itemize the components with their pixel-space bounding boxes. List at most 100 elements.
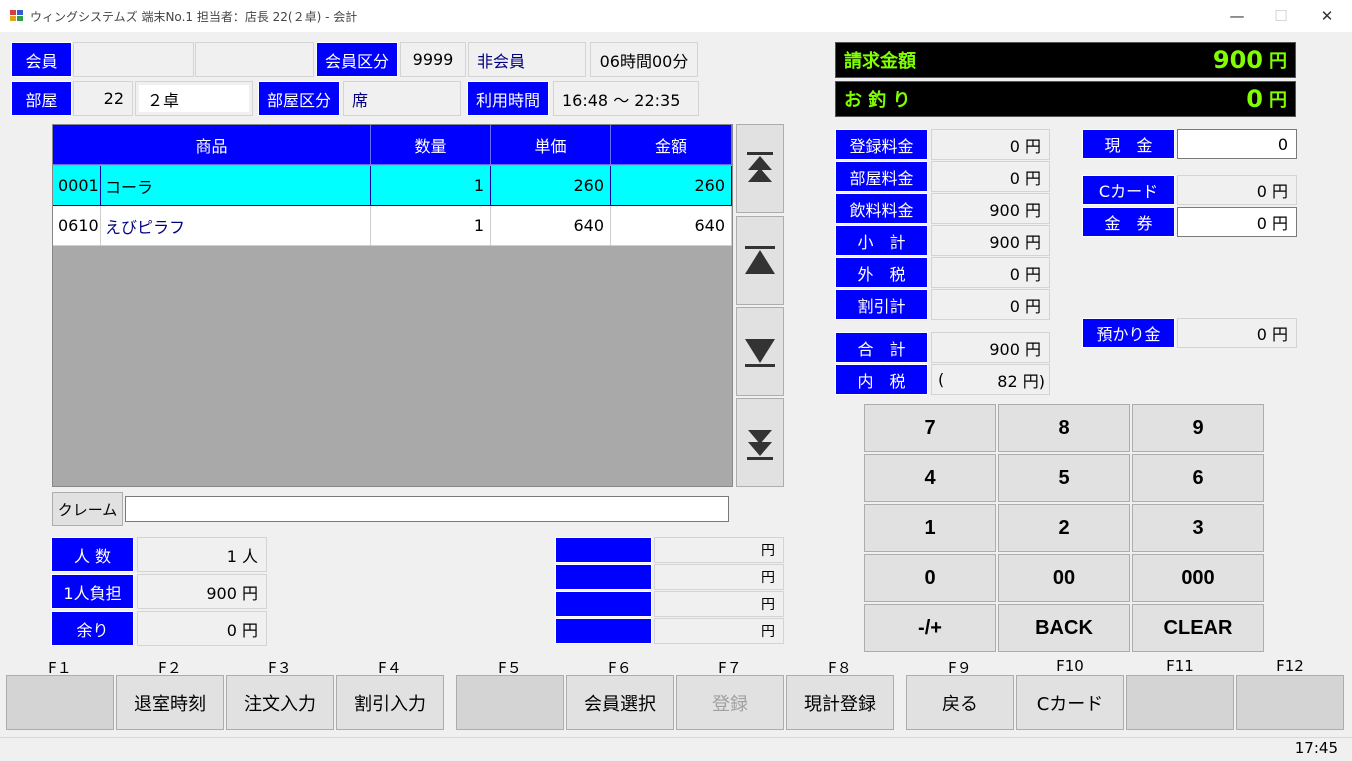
breakdown-label: 小 計	[835, 225, 928, 256]
ccard-label: Cカード	[1082, 175, 1175, 205]
f8-cash-register-button[interactable]: 現計登録	[786, 675, 894, 730]
inner-tax-open: (	[938, 370, 945, 389]
last-page-icon	[747, 429, 773, 460]
key-5[interactable]: 5	[998, 454, 1130, 502]
fkey-label: F10	[1056, 657, 1084, 675]
row-code: 0001	[53, 166, 101, 206]
status-clock: 17:45	[1294, 739, 1338, 757]
f10-ccard-button[interactable]: Cカード	[1016, 675, 1124, 730]
maximize-button[interactable]: ☐	[1258, 0, 1304, 32]
claim-button[interactable]: クレーム	[52, 492, 123, 526]
breakdown-value: 0 円	[931, 289, 1050, 320]
f4-discount-entry-button[interactable]: 割引入力	[336, 675, 444, 730]
change-value: 0	[1246, 85, 1263, 113]
billing-unit: 円	[1269, 51, 1287, 72]
member-field-2[interactable]	[195, 42, 314, 77]
key-sign[interactable]: -/+	[864, 604, 996, 652]
key-9[interactable]: 9	[1132, 404, 1264, 452]
next-page-button[interactable]	[736, 307, 784, 396]
prev-page-button[interactable]	[736, 216, 784, 305]
extra-value: 円	[654, 591, 784, 617]
f7-register-button[interactable]: 登録	[676, 675, 784, 730]
f2-checkout-time-button[interactable]: 退室時刻	[116, 675, 224, 730]
minimize-button[interactable]: —	[1214, 0, 1260, 32]
app-icon	[10, 10, 24, 22]
prev-page-icon	[745, 245, 775, 274]
breakdown-value: 900 円	[931, 225, 1050, 256]
grid-header-amount: 金額	[611, 125, 732, 165]
key-00[interactable]: 00	[998, 554, 1130, 602]
f6-member-select-button[interactable]: 会員選択	[566, 675, 674, 730]
key-clear[interactable]: CLEAR	[1132, 604, 1264, 652]
breakdown-label: 登録料金	[835, 129, 928, 160]
last-page-button[interactable]	[736, 398, 784, 487]
key-7[interactable]: 7	[864, 404, 996, 452]
billing-value: 900	[1212, 46, 1263, 74]
first-page-icon	[747, 151, 773, 182]
table-row[interactable]: 0001 コーラ 1 260 260	[53, 166, 732, 206]
row-qty: 1	[371, 206, 491, 246]
people-count-value: 1 人	[137, 537, 267, 572]
f11-button[interactable]	[1126, 675, 1234, 730]
extra-value: 円	[654, 564, 784, 590]
row-amount: 260	[611, 166, 732, 206]
usage-time-label: 利用時間	[467, 81, 549, 116]
extra-label	[555, 564, 652, 590]
extra-label	[555, 618, 652, 644]
row-amount: 640	[611, 206, 732, 246]
next-page-icon	[745, 338, 775, 367]
room-number: 22	[73, 81, 133, 116]
cash-input[interactable]: 0	[1177, 129, 1297, 159]
breakdown-value: 0 円	[931, 257, 1050, 288]
breakdown-value: 0 円	[931, 161, 1050, 192]
breakdown-label: 部屋料金	[835, 161, 928, 192]
key-8[interactable]: 8	[998, 404, 1130, 452]
claim-input[interactable]	[125, 496, 729, 522]
key-1[interactable]: 1	[864, 504, 996, 552]
grid-header: 商品 数量 単価 金額	[53, 125, 732, 165]
key-0[interactable]: 0	[864, 554, 996, 602]
key-4[interactable]: 4	[864, 454, 996, 502]
f12-button[interactable]	[1236, 675, 1344, 730]
billing-label: 請求金額	[844, 51, 916, 72]
f9-back-button[interactable]: 戻る	[906, 675, 1014, 730]
extra-value: 円	[654, 618, 784, 644]
per-person-value: 900 円	[137, 574, 267, 609]
voucher-input[interactable]: 0 円	[1177, 207, 1297, 237]
fkey-label: F11	[1166, 657, 1194, 675]
room-label: 部屋	[11, 81, 72, 116]
room-type-name: 席	[343, 81, 461, 116]
order-grid[interactable]: 商品 数量 単価 金額 0001 コーラ 1 260 260 0610 えびピラ…	[52, 124, 733, 487]
time-allowance: 06時間00分	[590, 42, 698, 77]
fkey-label: F12	[1276, 657, 1304, 675]
f3-order-entry-button[interactable]: 注文入力	[226, 675, 334, 730]
key-6[interactable]: 6	[1132, 454, 1264, 502]
deposit-label: 預かり金	[1082, 318, 1175, 348]
key-back[interactable]: BACK	[998, 604, 1130, 652]
total-label: 合 計	[835, 332, 928, 363]
breakdown-value: 0 円	[931, 129, 1050, 160]
key-3[interactable]: 3	[1132, 504, 1264, 552]
table-row[interactable]: 0610 えびピラフ 1 640 640	[53, 206, 732, 246]
change-unit: 円	[1269, 90, 1287, 111]
close-button[interactable]: ✕	[1304, 0, 1350, 32]
key-2[interactable]: 2	[998, 504, 1130, 552]
member-type-label: 会員区分	[316, 42, 398, 77]
room-name-field[interactable]: ２卓	[139, 85, 249, 112]
total-value: 900 円	[931, 332, 1050, 363]
row-name: えびピラフ	[101, 206, 371, 246]
member-field-1[interactable]	[73, 42, 194, 77]
remainder-value: 0 円	[137, 611, 267, 646]
f5-button[interactable]	[456, 675, 564, 730]
change-label: お 釣 り	[844, 90, 911, 111]
billing-panel: 請求金額 900 円	[835, 42, 1296, 78]
people-count-label: 人 数	[51, 537, 134, 572]
row-qty: 1	[371, 166, 491, 206]
title-bar: ウィングシステムズ 端末No.1 担当者：店長 22(２卓) - 会計	[0, 0, 1352, 32]
first-page-button[interactable]	[736, 124, 784, 213]
key-000[interactable]: 000	[1132, 554, 1264, 602]
room-type-label: 部屋区分	[258, 81, 340, 116]
inner-tax-value: 82 円)	[997, 371, 1045, 391]
inner-tax-label: 内 税	[835, 364, 928, 395]
f1-button[interactable]	[6, 675, 114, 730]
